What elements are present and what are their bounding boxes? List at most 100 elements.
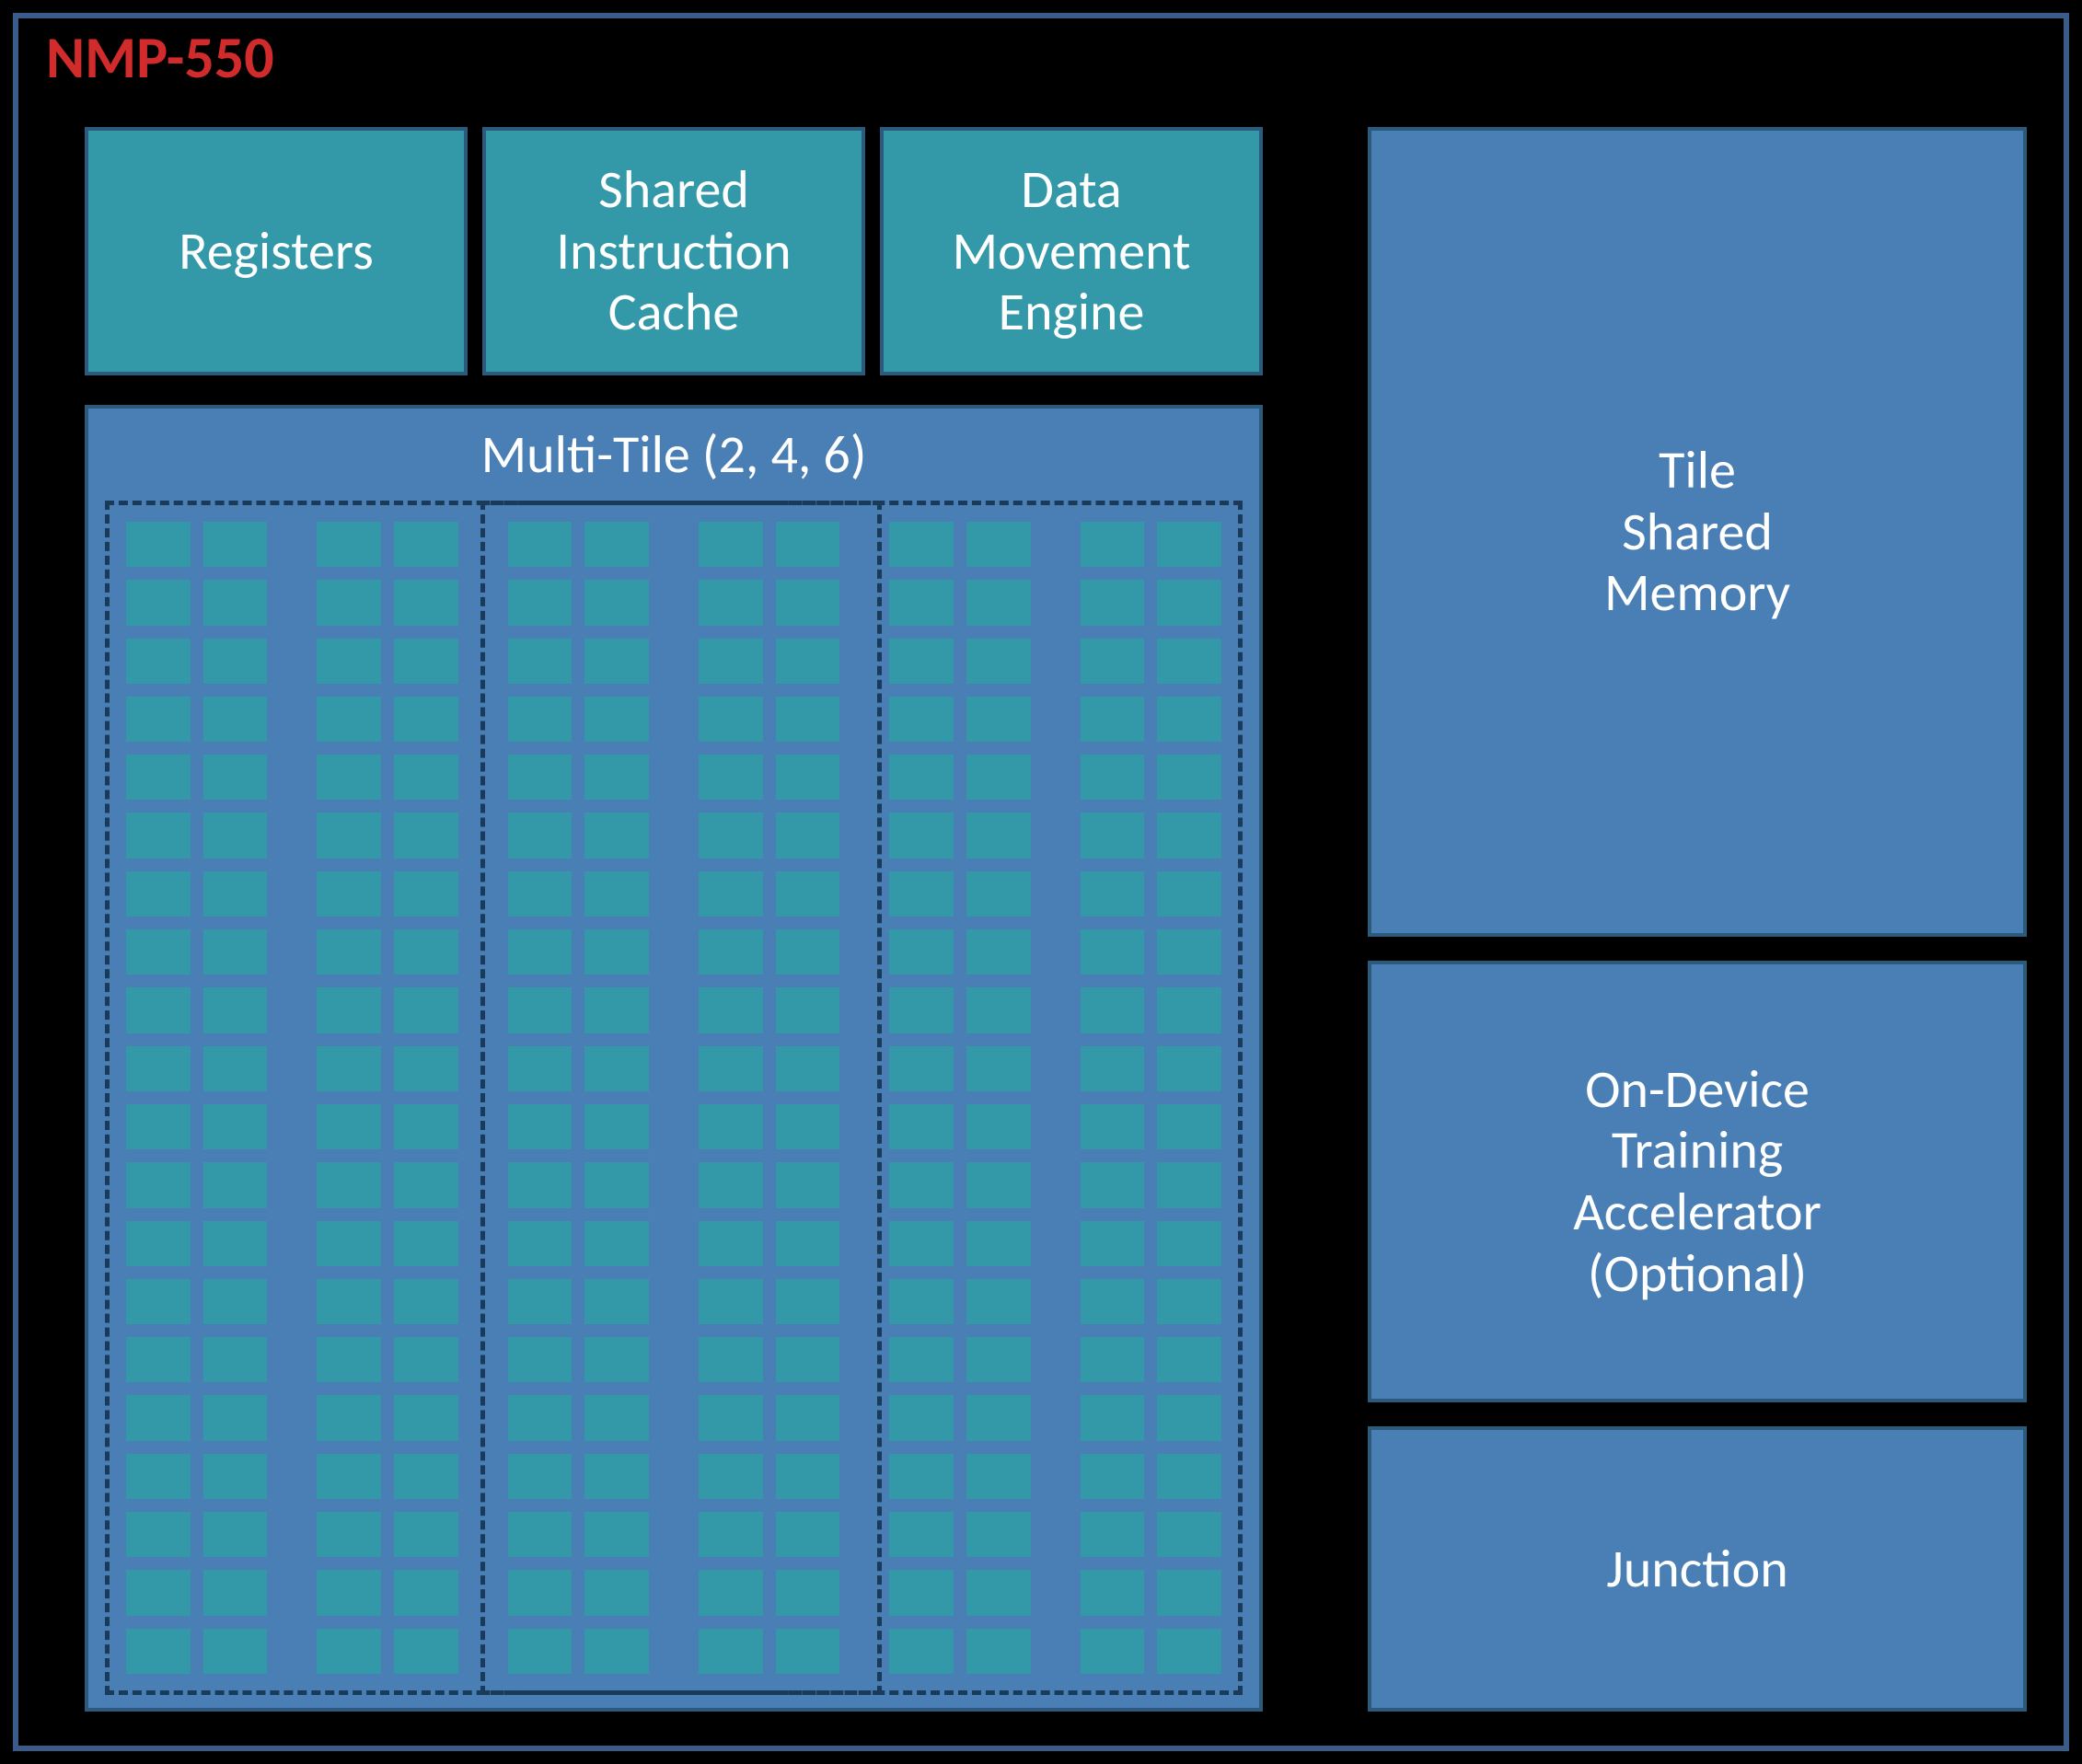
tile-cell bbox=[962, 808, 1035, 862]
tile-cell bbox=[199, 1274, 272, 1329]
tile-cell bbox=[885, 1042, 958, 1096]
tile-cell bbox=[580, 1507, 654, 1562]
tile-column bbox=[1152, 517, 1226, 1678]
tile-cell bbox=[771, 867, 845, 921]
tile-cell bbox=[312, 1274, 386, 1329]
tile-cell bbox=[885, 634, 958, 688]
tile-cell bbox=[580, 692, 654, 746]
tile-cell bbox=[199, 575, 272, 629]
tile-cell bbox=[580, 1624, 654, 1678]
tile-cell bbox=[580, 1216, 654, 1271]
tile-cell bbox=[121, 634, 195, 688]
tile-cell bbox=[580, 867, 654, 921]
tile-cell bbox=[885, 983, 958, 1037]
tile-cell bbox=[580, 575, 654, 629]
tile-cell bbox=[503, 750, 577, 804]
tile-cell bbox=[1152, 1158, 1226, 1212]
tile-cell bbox=[389, 692, 463, 746]
tile-cell bbox=[1076, 750, 1150, 804]
tile-cell bbox=[885, 1624, 958, 1678]
tile-cell bbox=[121, 983, 195, 1037]
tile-cell bbox=[580, 750, 654, 804]
tile-column bbox=[1076, 517, 1150, 1678]
tile-column bbox=[885, 517, 958, 1678]
tile-cell bbox=[580, 1449, 654, 1504]
tile-cell bbox=[389, 1565, 463, 1620]
tile-cell bbox=[389, 808, 463, 862]
tile-cell bbox=[503, 808, 577, 862]
tile-cell bbox=[1152, 1332, 1226, 1387]
tile-cell bbox=[580, 808, 654, 862]
tile-cell bbox=[771, 925, 845, 979]
tile-cell bbox=[1076, 1624, 1150, 1678]
tile-cell bbox=[1076, 983, 1150, 1037]
tile-cell bbox=[389, 867, 463, 921]
tile-cell bbox=[503, 1332, 577, 1387]
tile-cell bbox=[121, 867, 195, 921]
tile-cell bbox=[885, 1449, 958, 1504]
tile-cell bbox=[962, 517, 1035, 571]
tile-cell bbox=[1152, 575, 1226, 629]
tile-cell bbox=[962, 1216, 1035, 1271]
tile-cell bbox=[121, 925, 195, 979]
tile-cell bbox=[199, 750, 272, 804]
on-device-training-accelerator-block: On-Device Training Accelerator (Optional… bbox=[1368, 961, 2027, 1402]
tile-cell bbox=[771, 1624, 845, 1678]
tile-cell bbox=[885, 692, 958, 746]
tile-cell bbox=[199, 1565, 272, 1620]
tile-cell bbox=[121, 1449, 195, 1504]
tile-column bbox=[389, 517, 463, 1678]
tile-cell bbox=[199, 808, 272, 862]
tile-cell bbox=[580, 925, 654, 979]
tile-cell bbox=[885, 1332, 958, 1387]
tile-cell bbox=[121, 575, 195, 629]
tile-cell bbox=[1076, 1100, 1150, 1154]
junction-block: Junction bbox=[1368, 1426, 2027, 1712]
tile-cell bbox=[503, 1216, 577, 1271]
tile-cell bbox=[694, 692, 768, 746]
tile-cell bbox=[1076, 1332, 1150, 1387]
tile-cell bbox=[199, 925, 272, 979]
tile-cell bbox=[771, 575, 845, 629]
tile-column bbox=[121, 517, 195, 1678]
tile-cell bbox=[1076, 1216, 1150, 1271]
tile-cell bbox=[694, 634, 768, 688]
tile-cell bbox=[694, 1507, 768, 1562]
tile-cell bbox=[962, 750, 1035, 804]
tile-cell bbox=[694, 1042, 768, 1096]
tile-cell bbox=[694, 1332, 768, 1387]
tile-cell bbox=[694, 808, 768, 862]
tile-cell bbox=[199, 1158, 272, 1212]
tile-cell bbox=[1076, 1507, 1150, 1562]
tile-cell bbox=[962, 1158, 1035, 1212]
tile-cell bbox=[962, 1390, 1035, 1445]
tile-cell bbox=[503, 867, 577, 921]
chip-outline: NMP-550 Registers Shared Instruction Cac… bbox=[13, 13, 2069, 1751]
tile-cell bbox=[121, 692, 195, 746]
tile-cell bbox=[694, 925, 768, 979]
tile-cell bbox=[771, 1332, 845, 1387]
tile-cell bbox=[312, 1449, 386, 1504]
tile-cell bbox=[312, 750, 386, 804]
tile-cell bbox=[694, 750, 768, 804]
tile-cell bbox=[1152, 925, 1226, 979]
dme-label: Data Movement Engine bbox=[953, 159, 1191, 343]
tile-cell bbox=[580, 634, 654, 688]
tile-cell bbox=[199, 517, 272, 571]
tile-column bbox=[312, 517, 386, 1678]
tile-cell bbox=[962, 867, 1035, 921]
tile-column bbox=[694, 517, 768, 1678]
tile-column bbox=[962, 517, 1035, 1678]
tile-cell bbox=[312, 1042, 386, 1096]
tile-cell bbox=[771, 517, 845, 571]
tile-cell bbox=[1076, 867, 1150, 921]
tile-cell bbox=[121, 1390, 195, 1445]
tile-cell bbox=[389, 1158, 463, 1212]
tile-cell bbox=[312, 983, 386, 1037]
tile-cell bbox=[312, 692, 386, 746]
tile-cell bbox=[694, 1624, 768, 1678]
tile-cell bbox=[1152, 1565, 1226, 1620]
tile-cell bbox=[1076, 575, 1150, 629]
tile-cell bbox=[199, 1390, 272, 1445]
tile-cell bbox=[885, 1158, 958, 1212]
